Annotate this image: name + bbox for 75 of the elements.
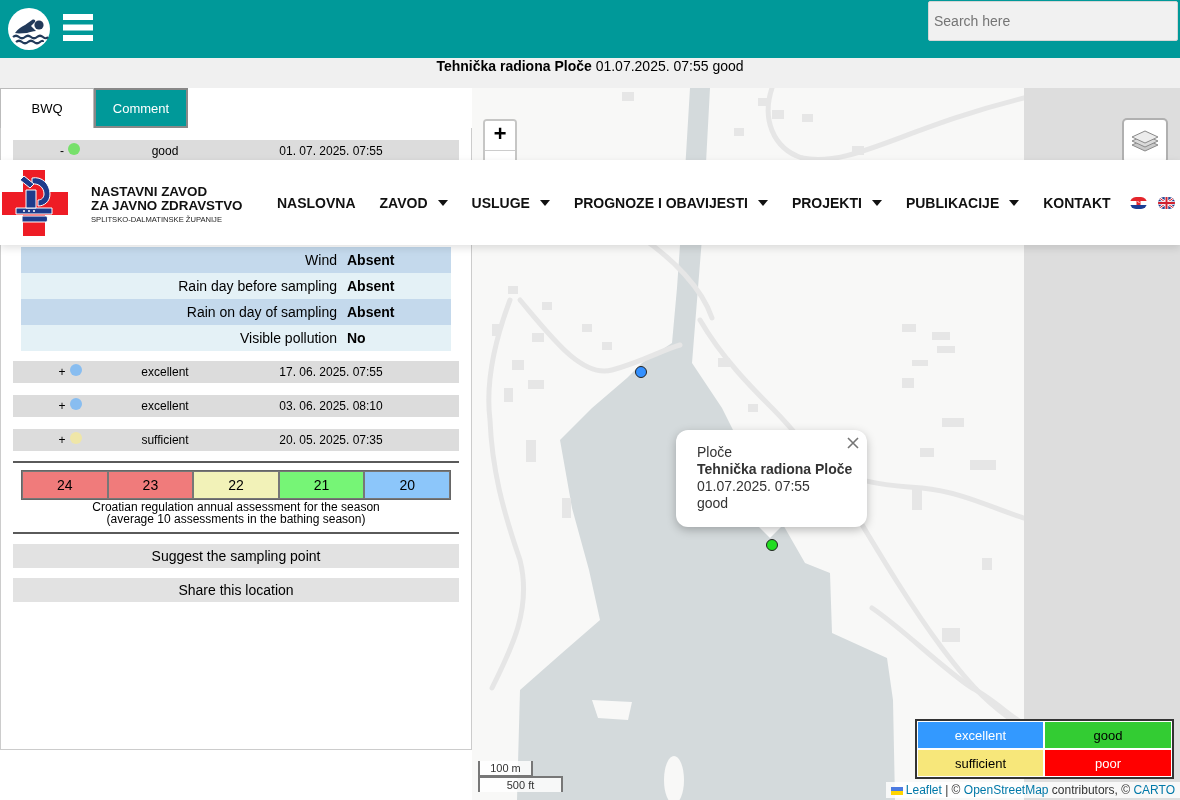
building-shape: [562, 498, 571, 518]
nav-item[interactable]: KONTAKT: [1043, 194, 1111, 211]
legend-item: good: [1045, 722, 1171, 748]
panel-tab[interactable]: BWQ: [0, 88, 94, 128]
croatian-flag-icon[interactable]: [1129, 196, 1147, 209]
nav-item[interactable]: PROJEKTI: [791, 194, 882, 211]
popup-datetime: 01.07.2025. 07:55: [697, 478, 811, 495]
nav-item[interactable]: NASLOVNA: [277, 194, 356, 211]
score-cell: 21: [278, 471, 365, 499]
popup-title: Tehnička radiona Ploče: [697, 461, 854, 478]
legend-item: poor: [1045, 750, 1171, 776]
sample-date: 01. 07. 2025. 07:55: [278, 144, 384, 158]
sample-row[interactable]: - good 01. 07. 2025. 07:55: [13, 140, 459, 162]
score-cell: 20: [364, 471, 450, 499]
score-cell: 24: [22, 471, 108, 499]
nav-item[interactable]: PROGNOZE I OBAVIJESTI: [573, 194, 768, 211]
caret-icon: [437, 199, 448, 206]
detail-value: Absent: [347, 252, 395, 268]
sample-date: 17. 06. 2025. 07:55: [278, 365, 384, 379]
attribution-link[interactable]: OpenStreetMap: [963, 783, 1049, 797]
zoom-in-button[interactable]: +: [485, 121, 515, 151]
sample-row[interactable]: + sufficient 20. 05. 2025. 07:35: [13, 429, 459, 451]
pier-shape: [592, 700, 632, 720]
scale-bar: 100 m: [478, 761, 533, 777]
detail-value: Absent: [347, 304, 395, 320]
detail-value: Absent: [347, 278, 395, 294]
attribution-link[interactable]: CARTO: [1133, 783, 1175, 797]
layers-icon: [1131, 128, 1159, 154]
popup-rating: good: [697, 495, 730, 512]
nav-item[interactable]: ZAVOD: [379, 194, 448, 211]
caret-icon: [757, 199, 768, 206]
selected-location-info: Tehnička radiona Ploče 01.07.2025. 07:55 good: [436, 58, 744, 76]
detail-label: Rain on day of sampling: [186, 304, 337, 320]
score-cell: 23: [107, 471, 194, 499]
map-attribution: Leaflet | © OpenStreetMap contributors, © CARTO: [885, 782, 1180, 798]
caret-icon: [539, 199, 550, 206]
expand-toggle[interactable]: +: [58, 433, 66, 447]
close-icon: [847, 437, 859, 449]
menu-icon: [63, 14, 93, 41]
nav-item[interactable]: PUBLIKACIJE: [905, 194, 1020, 211]
search-field[interactable]: Search here: [928, 1, 1178, 41]
sample-date: 20. 05. 2025. 07:35: [278, 433, 384, 447]
assessment-caption: Croatian regulation annual assessment for the season (average 10 assessments in the bathing season): [91, 501, 381, 525]
detail-value: No: [347, 330, 366, 346]
caret-icon: [1009, 199, 1020, 206]
sample-row[interactable]: + excellent 03. 06. 2025. 08:10: [13, 395, 459, 417]
menu-button[interactable]: [63, 14, 93, 41]
close-button[interactable]: [847, 437, 859, 449]
scale-bar: 500 ft: [478, 776, 563, 792]
action-button[interactable]: Share this location: [13, 578, 459, 602]
rating-text: excellent: [140, 399, 190, 413]
action-button[interactable]: Suggest the sampling point: [13, 544, 459, 568]
swimmer-icon: [8, 8, 50, 50]
caret-icon: [871, 199, 882, 206]
attribution-link[interactable]: Leaflet: [905, 783, 942, 797]
sample-date: 03. 06. 2025. 08:10: [278, 399, 384, 413]
rating-text: sufficient: [140, 433, 190, 447]
legend-item: excellent: [918, 722, 1043, 748]
score-cell: 22: [193, 471, 279, 499]
detail-label: Visible pollution: [239, 330, 337, 346]
detail-label: Rain day before sampling: [178, 278, 337, 294]
organization-name: NASTAVNI ZAVOD ZA JAVNO ZDRAVSTVO: [91, 185, 243, 213]
popup-place: Ploče: [697, 444, 734, 461]
rating-text: good: [150, 144, 180, 158]
detail-label: Wind: [305, 252, 337, 268]
ukrainian-flag-icon: [890, 787, 903, 795]
expand-toggle[interactable]: -: [60, 144, 64, 158]
expand-toggle[interactable]: +: [58, 365, 66, 379]
legend-item: sufficient: [918, 750, 1043, 776]
island-shape: [664, 756, 684, 800]
uk-flag-icon[interactable]: [1157, 196, 1175, 209]
nav-item[interactable]: USLUGE: [471, 194, 550, 211]
expand-toggle[interactable]: +: [58, 399, 66, 413]
sample-row[interactable]: + excellent 17. 06. 2025. 07:55: [13, 361, 459, 383]
rating-text: excellent: [140, 365, 190, 379]
